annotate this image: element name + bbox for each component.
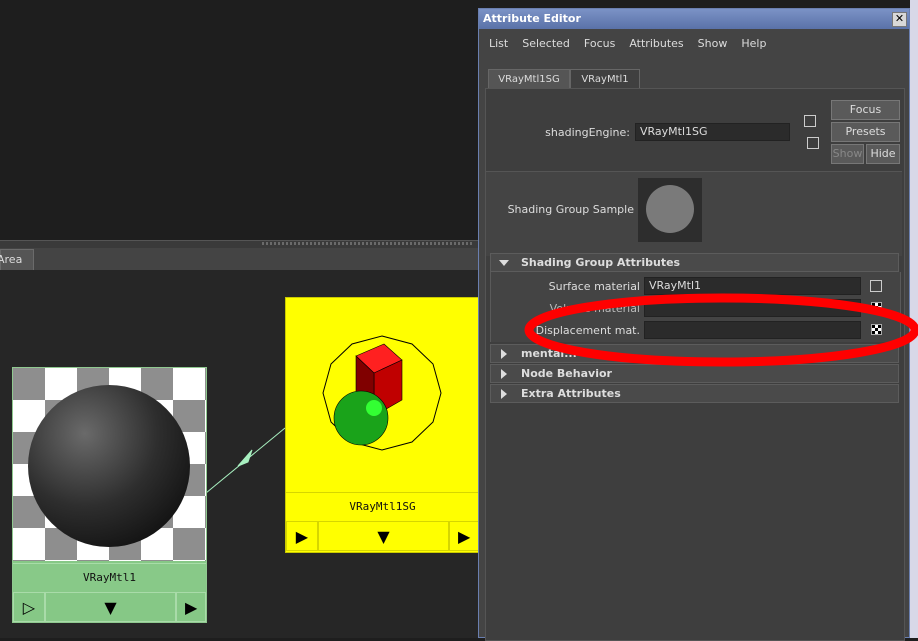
annotation-ellipse (524, 293, 918, 367)
